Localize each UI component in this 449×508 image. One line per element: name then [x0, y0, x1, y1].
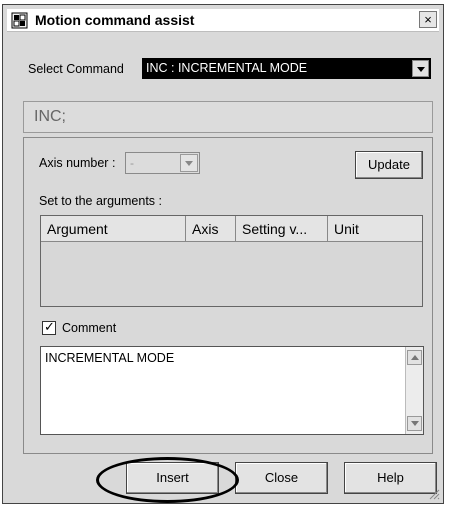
column-unit[interactable]: Unit	[328, 216, 422, 242]
command-preview-text: INC;	[34, 108, 66, 125]
comment-scrollbar[interactable]	[405, 347, 423, 434]
insert-highlight-ellipse	[96, 457, 239, 503]
resize-grip-icon[interactable]	[428, 488, 440, 500]
select-command-value: INC : INCREMENTAL MODE	[146, 61, 308, 75]
window-title: Motion command assist	[35, 12, 195, 28]
chevron-down-icon[interactable]	[412, 60, 429, 77]
scroll-up-icon[interactable]	[407, 350, 422, 365]
app-icon	[11, 12, 28, 29]
arguments-table[interactable]: Argument Axis Setting v... Unit	[40, 215, 423, 307]
column-argument[interactable]: Argument	[41, 216, 186, 242]
help-button[interactable]: Help	[344, 462, 437, 494]
comment-label: Comment	[62, 321, 117, 335]
axis-number-value: -	[130, 156, 134, 170]
axis-number-dropdown[interactable]: -	[125, 152, 200, 174]
column-setting-value[interactable]: Setting v...	[236, 216, 328, 242]
select-command-label: Select Command	[28, 62, 124, 76]
close-icon[interactable]: ×	[419, 11, 437, 28]
comment-textarea[interactable]: INCREMENTAL MODE	[40, 346, 424, 435]
chevron-down-icon[interactable]	[180, 154, 198, 172]
comment-text: INCREMENTAL MODE	[45, 351, 175, 365]
title-bar: Motion command assist ×	[7, 9, 439, 32]
close-button[interactable]: Close	[235, 462, 328, 494]
scroll-down-icon[interactable]	[407, 416, 422, 431]
checkmark-icon: ✓	[44, 319, 55, 334]
column-axis[interactable]: Axis	[186, 216, 236, 242]
motion-command-assist-dialog: Motion command assist × Select Command I…	[2, 4, 444, 504]
axis-number-label: Axis number :	[39, 156, 116, 170]
update-button[interactable]: Update	[355, 151, 423, 179]
select-command-dropdown[interactable]: INC : INCREMENTAL MODE	[142, 58, 431, 79]
comment-checkbox[interactable]: ✓	[42, 319, 56, 335]
arguments-label: Set to the arguments :	[39, 194, 162, 208]
command-preview: INC;	[23, 101, 433, 133]
